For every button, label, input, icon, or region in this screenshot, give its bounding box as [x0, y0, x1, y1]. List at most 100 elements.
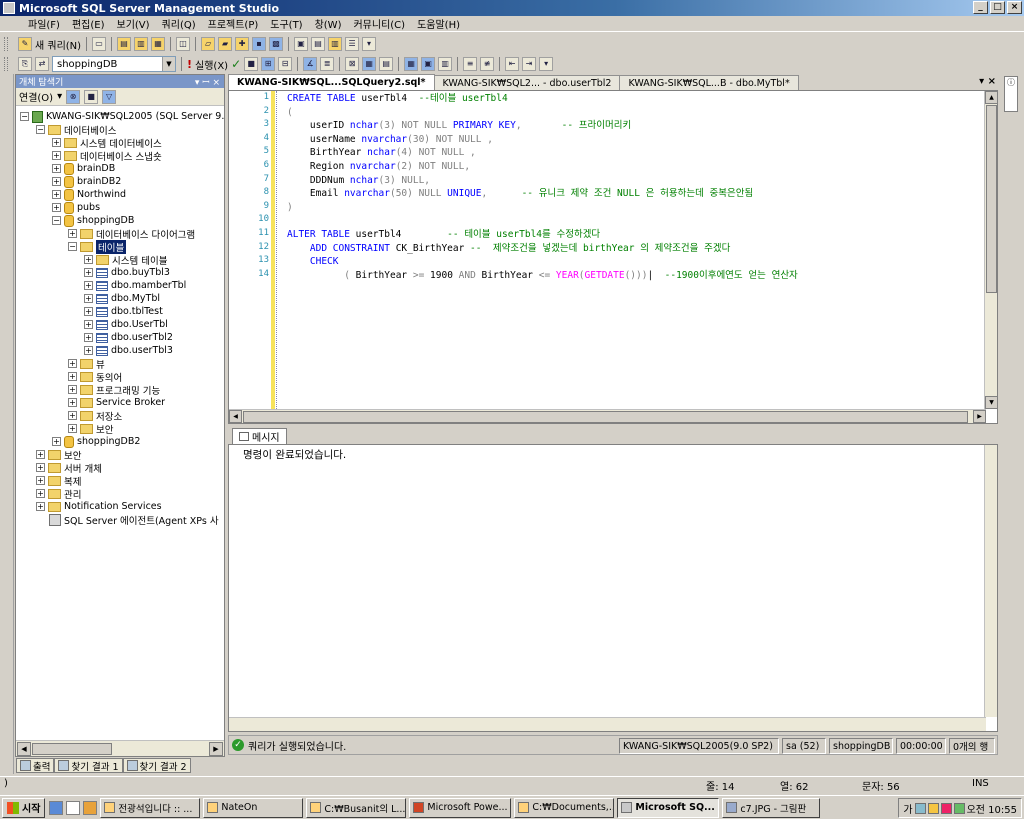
open-project-icon[interactable]: ▰	[218, 37, 233, 51]
query-designer-icon[interactable]: ⊟	[278, 57, 293, 71]
ime-indicator[interactable]: 가	[903, 801, 912, 816]
tree-table[interactable]: + dbo.userTbl2	[84, 331, 173, 344]
tree-table[interactable]: + dbo.UserTbl	[84, 318, 168, 331]
scroll-left-icon[interactable]: ◀	[17, 742, 31, 756]
expand-icon[interactable]: +	[52, 177, 61, 186]
tab-output[interactable]: 출력	[16, 758, 55, 773]
tab-find-results-1[interactable]: 찾기 결과 1	[54, 758, 123, 773]
analyze-query-icon[interactable]: ∡	[303, 57, 318, 71]
change-connection-icon[interactable]: ⇄	[35, 57, 49, 71]
tree-tables[interactable]: − 테이블	[68, 239, 127, 254]
expand-icon[interactable]: +	[36, 463, 45, 472]
expand-icon[interactable]: +	[68, 424, 77, 433]
properties-icon[interactable]: ☰	[345, 37, 360, 51]
execute-button[interactable]: 실행(X)	[195, 57, 228, 72]
toolbar-options-icon[interactable]: ▾	[362, 37, 377, 51]
tree-agent[interactable]: SQL Server 에이전트(Agent XPs 사	[49, 513, 219, 527]
tree-service-broker[interactable]: + Service Broker	[68, 396, 165, 409]
increase-indent-icon[interactable]: ⇥	[522, 57, 537, 71]
expand-icon[interactable]: +	[84, 307, 93, 316]
chevron-down-icon[interactable]: ▾	[57, 91, 62, 102]
menu-help[interactable]: 도움말(H)	[411, 16, 466, 31]
tree-management[interactable]: + 관리	[36, 487, 81, 501]
expand-icon[interactable]: +	[36, 502, 45, 511]
task-sql-management-studio[interactable]: Microsoft SQ...	[617, 797, 720, 818]
menu-query[interactable]: 쿼리(Q)	[156, 16, 202, 31]
tree-table[interactable]: + dbo.MyTbl	[84, 292, 160, 305]
task-nateon[interactable]: NateOn	[203, 797, 304, 818]
expand-icon[interactable]: +	[68, 398, 77, 407]
menu-community[interactable]: 커뮤니티(C)	[347, 16, 411, 31]
tree-table[interactable]: + dbo.tblTest	[84, 305, 163, 318]
comment-icon[interactable]: ≡	[463, 57, 478, 71]
menu-file[interactable]: 파일(F)	[22, 16, 66, 31]
minimize-button[interactable]: _	[973, 1, 988, 14]
expand-icon[interactable]: +	[68, 229, 77, 238]
expand-icon[interactable]: +	[36, 450, 45, 459]
filter-icon[interactable]: ▽	[102, 89, 117, 104]
tree-diagrams[interactable]: + 데이터베이스 다이어그램	[68, 227, 195, 241]
include-plan-icon[interactable]: ⊠	[345, 57, 360, 71]
toolbar-options-icon[interactable]: ▾	[539, 57, 554, 71]
tree-databases[interactable]: − 데이터베이스	[36, 123, 116, 137]
tree-synonyms[interactable]: + 동의어	[68, 370, 122, 384]
expand-icon[interactable]: +	[84, 294, 93, 303]
database-select[interactable]: shoppingDB ▼	[52, 56, 176, 72]
tree-database[interactable]: + shoppingDB2	[52, 435, 140, 448]
close-button[interactable]: ×	[1007, 1, 1022, 14]
tree-database[interactable]: + Northwind	[52, 188, 126, 201]
save-all-icon[interactable]: ▩	[269, 37, 284, 51]
disconnect-icon[interactable]: ⊗	[66, 89, 81, 104]
scroll-up-icon[interactable]: ▲	[985, 91, 997, 104]
tray-icon[interactable]	[914, 802, 926, 814]
display-plan-icon[interactable]: ⊞	[261, 57, 276, 71]
task-powerpoint[interactable]: Microsoft Powe...	[409, 797, 512, 818]
mdx-query-icon[interactable]: ▦	[151, 37, 166, 51]
object-explorer-scrollbar[interactable]: ◀ ▶	[16, 740, 224, 756]
registered-servers-icon[interactable]: ▣	[294, 37, 309, 51]
tree-database[interactable]: + pubs	[52, 201, 100, 214]
tree-database[interactable]: + brainDB	[52, 162, 115, 175]
expand-icon[interactable]: +	[52, 138, 61, 147]
editor-horizontal-scrollbar[interactable]: ◀ ▶	[229, 409, 986, 423]
menu-window[interactable]: 창(W)	[309, 16, 348, 31]
scroll-down-icon[interactable]: ▼	[985, 396, 997, 409]
ie-icon[interactable]	[49, 800, 64, 815]
expand-icon[interactable]: +	[52, 437, 61, 446]
expand-icon[interactable]: +	[84, 281, 93, 290]
tree-views[interactable]: + 뷰	[68, 357, 105, 371]
new-file-icon[interactable]: ▭	[92, 37, 107, 51]
tree-system-tables[interactable]: + 시스템 테이블	[84, 253, 167, 267]
tree-security[interactable]: + 보안	[36, 448, 81, 462]
tree-table[interactable]: + dbo.buyTbl3	[84, 266, 170, 279]
menu-view[interactable]: 보기(V)	[111, 16, 156, 31]
parse-icon[interactable]: ✓	[231, 57, 241, 71]
pin-icon[interactable]: ▾ ꟷ ×	[195, 75, 220, 88]
stop-icon[interactable]: ■	[84, 89, 99, 104]
tree-replication[interactable]: + 복제	[36, 474, 81, 488]
firefox-icon[interactable]	[83, 800, 98, 815]
messages-horizontal-scrollbar[interactable]	[229, 717, 986, 731]
editor-vertical-scrollbar[interactable]: ▲ ▼	[984, 91, 997, 409]
expand-icon[interactable]: +	[52, 190, 61, 199]
tree-programmability[interactable]: + 프로그래밍 기능	[68, 383, 160, 397]
add-item-icon[interactable]: ✚	[235, 37, 250, 51]
task-paint[interactable]: c7.JPG - 그림판	[722, 797, 821, 818]
start-button[interactable]: 시작	[2, 797, 46, 818]
save-icon[interactable]: ▪	[252, 37, 267, 51]
xml-query-icon[interactable]: ◫	[176, 37, 191, 51]
scroll-left-icon[interactable]: ◀	[229, 410, 242, 423]
expand-icon[interactable]: +	[84, 255, 93, 264]
tree-notification-services[interactable]: + Notification Services	[36, 500, 162, 513]
tree-db-security[interactable]: + 보안	[68, 422, 113, 436]
results-to-grid-icon[interactable]: ▦	[404, 57, 419, 71]
task-folder-documents[interactable]: C:₩Documents,...	[514, 797, 615, 818]
expand-icon[interactable]: +	[84, 333, 93, 342]
tree-server-objects[interactable]: + 서버 개체	[36, 461, 102, 475]
scroll-right-icon[interactable]: ▶	[209, 742, 223, 756]
properties-dock-tab[interactable]: ⓘ	[1004, 76, 1018, 112]
client-statistics-icon[interactable]: ▦	[362, 57, 377, 71]
tray-icon[interactable]	[940, 802, 952, 814]
tree-database-shoppingdb[interactable]: − shoppingDB	[52, 214, 134, 227]
uncomment-icon[interactable]: ≢	[480, 57, 495, 71]
